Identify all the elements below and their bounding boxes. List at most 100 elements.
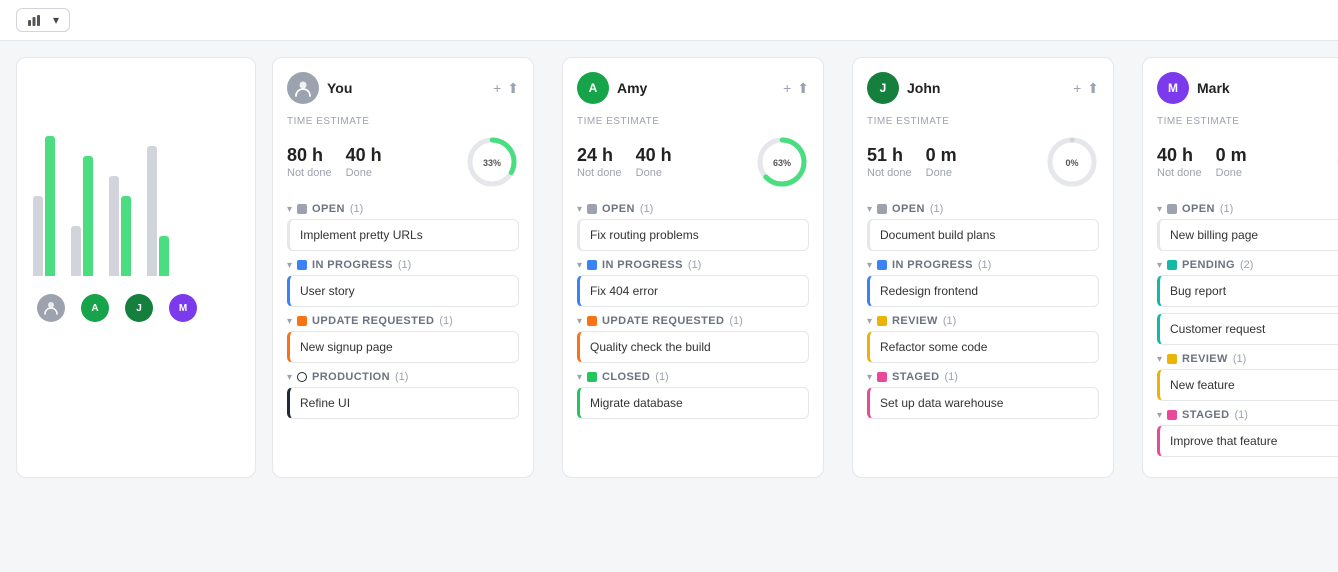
task-card[interactable]: New signup page [287,331,519,363]
person-info: J John [867,72,940,104]
section-label: REVIEW [1182,353,1228,365]
bar-gray-2 [71,226,81,276]
section-header-open[interactable]: ▾ OPEN (1) [577,203,809,215]
person-col-john: J John + ⬆ TIME ESTIMATE 51 h Not done 0… [852,57,1114,478]
task-label: Redesign frontend [880,284,978,298]
task-card[interactable]: Customer request [1157,313,1338,345]
done-label: Done [346,167,382,179]
done-label: Done [926,167,957,179]
person-header: You + ⬆ [287,72,519,104]
section-label: OPEN [312,203,345,215]
time-values: 40 h Not done 0 m Done [1157,145,1323,179]
chevron-icon: ▾ [1157,354,1162,365]
collapse-icon[interactable]: ⬆ [797,80,809,97]
section-header-open[interactable]: ▾ OPEN (1) [867,203,1099,215]
section-header-in-progress[interactable]: ▾ IN PROGRESS (1) [577,259,809,271]
donut-chart: 33% [465,135,519,189]
main-container: A J M You + ⬆ TIME ESTIMATE 80 h Not don… [0,41,1338,494]
person-info: You [287,72,352,104]
section-label: IN PROGRESS [892,259,973,271]
section-count: (1) [1233,353,1246,365]
collapse-icon[interactable]: ⬆ [507,80,519,97]
time-not-done-block: 51 h Not done [867,145,912,179]
workload-btn[interactable]: ▾ [16,8,70,32]
done-label: Done [1216,167,1247,179]
task-card[interactable]: Redesign frontend [867,275,1099,307]
add-icon[interactable]: + [493,80,501,96]
avatar-john: J [867,72,899,104]
section-header-review[interactable]: ▾ REVIEW (1) [867,315,1099,327]
avatar-you [287,72,319,104]
time-not-done: 80 h [287,145,332,167]
task-card[interactable]: New billing page [1157,219,1338,251]
task-card[interactable]: User story [287,275,519,307]
bar-gray-3 [109,176,119,276]
section-header-open[interactable]: ▾ OPEN (1) [287,203,519,215]
section-header-closed[interactable]: ▾ CLOSED (1) [577,371,809,383]
section-header-update-requested[interactable]: ▾ UPDATE REQUESTED (1) [577,315,809,327]
done-label: Done [636,167,672,179]
chart-area [33,86,239,286]
section-label: IN PROGRESS [312,259,393,271]
section-header-in-progress[interactable]: ▾ IN PROGRESS (1) [287,259,519,271]
time-not-done-block: 24 h Not done [577,145,622,179]
time-done-block: 40 h Done [636,145,672,179]
chevron-down-icon: ▾ [53,13,59,27]
section-header-production[interactable]: ▾ PRODUCTION (1) [287,371,519,383]
donut-chart: 63% [755,135,809,189]
avatar-mark-sm: M [169,294,197,322]
task-card[interactable]: New feature [1157,369,1338,401]
section-count: (1) [655,371,668,383]
task-label: New feature [1170,378,1235,392]
time-values: 80 h Not done 40 h Done [287,145,453,179]
not-done-label: Not done [287,167,332,179]
time-done: 40 h [346,145,382,167]
chevron-icon: ▾ [577,260,582,271]
section-header-staged[interactable]: ▾ STAGED (1) [1157,409,1338,421]
task-card[interactable]: Document build plans [867,219,1099,251]
chevron-icon: ▾ [867,260,872,271]
section-header-in-progress[interactable]: ▾ IN PROGRESS (1) [867,259,1099,271]
section-header-staged[interactable]: ▾ STAGED (1) [867,371,1099,383]
chevron-icon: ▾ [1157,260,1162,271]
person-name: John [907,80,940,96]
chevron-icon: ▾ [287,260,292,271]
chevron-icon: ▾ [287,316,292,327]
avatar-row: A J M [33,294,239,322]
time-section: 24 h Not done 40 h Done 63% [577,135,809,189]
section-header-review[interactable]: ▾ REVIEW (1) [1157,353,1338,365]
task-card[interactable]: Improve that feature [1157,425,1338,457]
section-count: (1) [944,371,957,383]
task-card[interactable]: Fix routing problems [577,219,809,251]
task-card[interactable]: Refactor some code [867,331,1099,363]
time-not-done: 40 h [1157,145,1202,167]
task-card[interactable]: Fix 404 error [577,275,809,307]
task-card[interactable]: Set up data warehouse [867,387,1099,419]
add-icon[interactable]: + [1073,80,1081,96]
task-card[interactable]: Refine UI [287,387,519,419]
person-header: M Mark + ⬆ [1157,72,1338,104]
section-label: STAGED [892,371,939,383]
section-header-pending[interactable]: ▾ PENDING (2) [1157,259,1338,271]
person-name: Mark [1197,80,1230,96]
task-label: New signup page [300,340,393,354]
task-label: Quality check the build [590,340,711,354]
task-label: Bug report [1170,284,1226,298]
time-section: 51 h Not done 0 m Done 0% [867,135,1099,189]
task-card[interactable]: Migrate database [577,387,809,419]
section-label: OPEN [892,203,925,215]
section-count: (1) [930,203,943,215]
time-not-done-block: 80 h Not done [287,145,332,179]
avatar-john-sm: J [125,294,153,322]
task-card[interactable]: Bug report [1157,275,1338,307]
section-label: IN PROGRESS [602,259,683,271]
section-header-update-requested[interactable]: ▾ UPDATE REQUESTED (1) [287,315,519,327]
section-header-open[interactable]: ▾ OPEN (1) [1157,203,1338,215]
collapse-icon[interactable]: ⬆ [1087,80,1099,97]
header-actions: + ⬆ [783,80,809,97]
task-card[interactable]: Implement pretty URLs [287,219,519,251]
time-values: 51 h Not done 0 m Done [867,145,1033,179]
task-card[interactable]: Quality check the build [577,331,809,363]
add-icon[interactable]: + [783,80,791,96]
time-done-block: 0 m Done [926,145,957,179]
